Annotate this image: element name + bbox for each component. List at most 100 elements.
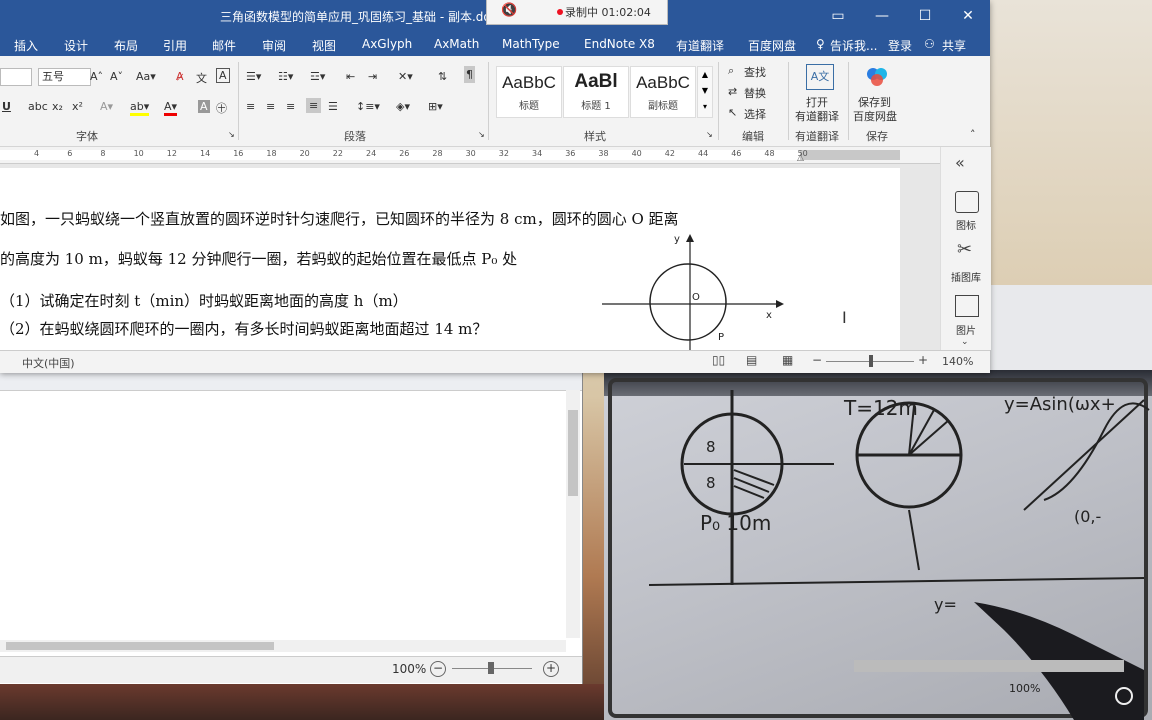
zoom-out-button[interactable]: −	[812, 353, 822, 367]
grow-font-icon[interactable]: A˄	[90, 70, 103, 83]
font-color-icon[interactable]: A▾	[164, 100, 178, 116]
icons-icon[interactable]	[955, 191, 979, 213]
style-title[interactable]: AaBbC 标题	[496, 66, 562, 118]
borders-icon[interactable]: ⊞▾	[428, 100, 443, 113]
enclose-char-icon[interactable]: ㊉	[216, 100, 227, 116]
icons-label[interactable]: 图标	[941, 217, 991, 232]
multilevel-icon[interactable]: ☲▾	[310, 70, 325, 83]
tab-baidu[interactable]: 百度网盘	[748, 37, 796, 54]
tab-review[interactable]: 审阅	[262, 37, 286, 54]
zoom-in-button[interactable]: +	[543, 661, 559, 677]
zoom-out-button[interactable]: −	[430, 661, 446, 677]
tab-design[interactable]: 设计	[64, 37, 88, 54]
pane-scroll-down-icon[interactable]: ⌄	[961, 337, 969, 347]
horizontal-scrollbar[interactable]	[0, 640, 566, 652]
style-heading1[interactable]: AaBl 标题 1	[563, 66, 629, 118]
minimize-button[interactable]: —	[860, 0, 904, 32]
underline-icon[interactable]: U	[2, 100, 11, 113]
ruler[interactable]: 4 6 8 10 12 14 16 18 20 22 24 26 28 30 32 34 36 38 40 42 44 4…	[0, 147, 940, 164]
ruler-number: 18	[266, 149, 277, 158]
font-size-box[interactable]: 五号	[38, 68, 91, 86]
line-spacing-icon[interactable]: ↕≡▾	[356, 100, 380, 113]
replace-button[interactable]: 替换	[744, 85, 766, 101]
highlight-icon[interactable]: ab▾	[130, 100, 150, 116]
char-shading-icon[interactable]: A	[198, 100, 210, 113]
zoom-thumb[interactable]	[488, 662, 494, 674]
numbering-icon[interactable]: ☷▾	[278, 70, 293, 83]
show-marks-icon[interactable]: ¶	[464, 66, 475, 83]
maximize-button[interactable]: ☐	[903, 0, 947, 32]
save-baidu-line2[interactable]: 百度网盘	[853, 108, 897, 124]
figure-y-label: y	[674, 234, 680, 245]
restore-ribbon-icon[interactable]: ▭	[816, 0, 860, 32]
translate-icon[interactable]: A文	[806, 64, 834, 90]
phonetic-icon[interactable]: 文	[196, 70, 207, 86]
vertical-scrollbar[interactable]	[566, 390, 580, 638]
style-subtitle[interactable]: AaBbC 副标题	[630, 66, 696, 118]
web-layout-icon[interactable]: ▦	[782, 353, 793, 367]
share-button[interactable]: 共享	[942, 37, 966, 54]
asian-layout-icon[interactable]: ✕▾	[398, 70, 413, 83]
tab-mathtype[interactable]: MathType	[502, 37, 560, 51]
align-center-icon[interactable]: ≡	[266, 100, 275, 113]
subscript-icon[interactable]: x₂	[52, 100, 63, 113]
picture-icon[interactable]	[955, 295, 979, 317]
scroll-thumb[interactable]	[568, 410, 578, 496]
clear-format-icon[interactable]: A̷	[176, 70, 184, 83]
indent-marker-icon[interactable]: △	[797, 153, 804, 163]
document-page[interactable]: 如图，一只蚂蚁绕一个竖直放置的圆环逆时针匀速爬行，已知圆环的半径为 8 cm，圆…	[0, 168, 900, 350]
font-dialog-launcher[interactable]: ↘	[228, 130, 235, 139]
hscroll-thumb[interactable]	[6, 642, 274, 650]
zoom-in-button[interactable]: +	[918, 353, 928, 367]
strikethrough-icon[interactable]: abc	[28, 100, 48, 113]
collapse-pane-icon[interactable]: «	[955, 153, 965, 172]
shading-icon[interactable]: ◈▾	[396, 100, 410, 113]
decrease-indent-icon[interactable]: ⇤	[346, 70, 355, 83]
char-border-icon[interactable]: A	[216, 68, 230, 83]
styles-dialog-launcher[interactable]: ↘	[706, 130, 713, 139]
baidu-cloud-icon[interactable]	[864, 64, 890, 88]
tab-mailings[interactable]: 邮件	[212, 37, 236, 54]
ruler-number: 14	[200, 149, 211, 158]
signin-link[interactable]: 登录	[888, 37, 912, 54]
ruler-number: 4	[34, 149, 40, 158]
tab-youdao[interactable]: 有道翻译	[676, 37, 724, 54]
superscript-icon[interactable]: x²	[72, 100, 83, 113]
read-mode-icon[interactable]: ▯▯	[712, 353, 725, 367]
close-button[interactable]: ✕	[946, 0, 990, 32]
sort-icon[interactable]: ⇅	[438, 70, 447, 83]
font-name-box[interactable]	[0, 68, 32, 86]
clipart-label[interactable]: 插图库	[941, 269, 991, 284]
tab-axmath[interactable]: AxMath	[434, 37, 479, 51]
justify-icon[interactable]: ≡	[306, 98, 322, 113]
change-case-icon[interactable]: Aa▾	[136, 70, 156, 83]
zoom-thumb[interactable]	[869, 355, 873, 367]
tab-insert[interactable]: 插入	[14, 37, 38, 54]
print-layout-icon[interactable]: ▤	[746, 353, 757, 367]
tab-layout[interactable]: 布局	[114, 37, 138, 54]
align-right-icon[interactable]: ≡	[286, 100, 295, 113]
zoom-level[interactable]: 140%	[942, 355, 973, 368]
collapse-ribbon-icon[interactable]: ˄	[970, 128, 976, 141]
bullets-icon[interactable]: ☰▾	[246, 70, 261, 83]
align-left-icon[interactable]: ≡	[246, 100, 255, 113]
language-status[interactable]: 中文(中国)	[22, 355, 75, 371]
open-youdao-line2[interactable]: 有道翻译	[795, 108, 839, 124]
tab-view[interactable]: 视图	[312, 37, 336, 54]
tab-axglyph[interactable]: AxGlyph	[362, 37, 412, 51]
mute-icon[interactable]: 🔇	[501, 3, 519, 19]
select-button[interactable]: 选择	[744, 106, 766, 122]
paragraph-dialog-launcher[interactable]: ↘	[478, 130, 485, 139]
tell-me-search[interactable]: 告诉我...	[830, 37, 877, 54]
distributed-icon[interactable]: ☰	[328, 100, 338, 113]
increase-indent-icon[interactable]: ⇥	[368, 70, 377, 83]
styles-scroll[interactable]: ▲ ▼ ▾	[697, 66, 713, 118]
word-window: 三角函数模型的简单应用_巩固练习_基础 - 副本.doc [ ▭ — ☐ ✕ 🔇…	[0, 0, 991, 373]
picture-label[interactable]: 图片	[941, 322, 991, 337]
find-button[interactable]: 查找	[744, 64, 766, 80]
clipart-icon[interactable]: ✂	[957, 239, 972, 260]
text-effect-icon[interactable]: A▾	[100, 100, 113, 113]
tab-references[interactable]: 引用	[163, 37, 187, 54]
shrink-font-icon[interactable]: A˅	[110, 70, 123, 83]
tab-endnote[interactable]: EndNote X8	[584, 37, 655, 51]
